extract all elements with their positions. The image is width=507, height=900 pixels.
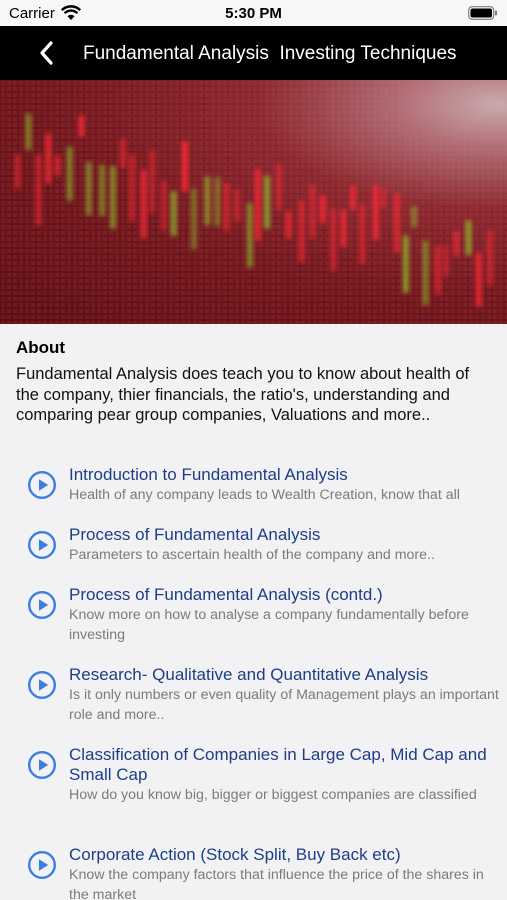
play-circle-icon[interactable] [27, 470, 57, 500]
ticker-candle [190, 188, 197, 250]
ticker-candle [475, 252, 482, 307]
lesson-description: How do you know big, bigger or biggest c… [69, 787, 477, 803]
ticker-candle [85, 162, 92, 216]
lesson-title: Research- Qualitative and Quantitative A… [69, 665, 429, 684]
lesson-item[interactable]: Classification of Companies in Large Cap… [0, 745, 507, 845]
hero-stock-chart-image [0, 80, 507, 324]
ticker-candle [309, 184, 316, 239]
ticker-candle [465, 220, 472, 256]
lesson-list: Introduction to Fundamental Analysis Hea… [0, 465, 507, 900]
ticker-candle [402, 235, 409, 293]
about-text: Fundamental Analysis does teach you to k… [16, 365, 470, 424]
play-circle-icon[interactable] [27, 670, 57, 700]
back-chevron-icon[interactable] [34, 39, 60, 67]
lesson-title: Process of Fundamental Analysis (contd.) [69, 585, 383, 604]
ticker-candle [422, 240, 429, 305]
ticker-candle [99, 164, 106, 217]
ticker-candle [380, 187, 387, 208]
ticker-candle [14, 154, 21, 189]
ticker-candle [129, 154, 135, 222]
lesson-description: Know the company factors that influence … [69, 867, 484, 900]
ticker-candle [120, 138, 126, 168]
ticker-candle [110, 165, 116, 229]
ticker-candle [411, 206, 418, 227]
ticker-candle [214, 177, 221, 227]
led-grid-pattern [0, 80, 507, 324]
lesson-item[interactable]: Corporate Action (Stock Split, Buy Back … [0, 845, 507, 900]
lesson-description: Is it only numbers or even quality of Ma… [69, 687, 499, 723]
ticker-candle [340, 210, 347, 247]
lesson-item[interactable]: Process of Fundamental Analysis (contd.)… [0, 585, 507, 665]
play-circle-icon[interactable] [27, 750, 57, 780]
ticker-candle [149, 150, 156, 214]
ticker-candle [234, 189, 241, 222]
ticker-candle [25, 113, 32, 150]
ticker-candle [298, 200, 305, 262]
ticker-candle [181, 141, 188, 192]
lesson-item[interactable]: Research- Qualitative and Quantitative A… [0, 665, 507, 745]
ticker-candle [487, 229, 493, 286]
play-circle-icon[interactable] [27, 530, 57, 560]
ticker-candle [285, 211, 292, 239]
lesson-title: Process of Fundamental Analysis [69, 525, 321, 544]
ticker-candle [453, 231, 460, 256]
ticker-candle [223, 183, 230, 231]
ticker-candle [78, 115, 85, 137]
navigation-bar: Fundamental Analysis Investing Technique… [0, 26, 507, 80]
about-heading: About [16, 338, 66, 357]
ticker-candle [264, 175, 270, 229]
ticker-candle [349, 185, 356, 210]
ticker-candle [372, 185, 379, 240]
status-time: 5:30 PM [225, 5, 282, 22]
lesson-item[interactable]: Process of Fundamental Analysis Paramete… [0, 525, 507, 585]
battery-icon [468, 6, 497, 20]
ticker-candle [160, 180, 167, 231]
ticker-candle [434, 245, 441, 295]
lesson-item[interactable]: Introduction to Fundamental Analysis Hea… [0, 465, 507, 525]
ticker-candle [319, 195, 326, 224]
lesson-description: Health of any company leads to Wealth Cr… [69, 487, 460, 503]
about-section: About Fundamental Analysis does teach yo… [16, 338, 496, 426]
page-title: Fundamental Analysis Investing Technique… [83, 43, 457, 64]
ticker-candle [393, 193, 400, 253]
lesson-description: Parameters to ascertain health of the co… [69, 547, 435, 563]
lesson-title: Introduction to Fundamental Analysis [69, 465, 348, 484]
ticker-candle [442, 246, 449, 277]
ticker-candle [330, 208, 337, 271]
ticker-candle [54, 155, 61, 176]
ticker-candle [204, 176, 211, 226]
play-circle-icon[interactable] [27, 850, 57, 880]
lesson-title: Corporate Action (Stock Split, Buy Back … [69, 845, 401, 864]
ticker-candle [170, 191, 177, 236]
ticker-candle [254, 168, 261, 241]
status-bar: Carrier 5:30 PM [0, 0, 507, 26]
ticker-candle [140, 169, 147, 239]
play-circle-icon[interactable] [27, 590, 57, 620]
ticker-candle [45, 133, 52, 184]
lesson-title: Classification of Companies in Large Cap… [69, 745, 487, 784]
ticker-candle [275, 163, 282, 210]
ticker-candle [246, 203, 253, 268]
ticker-candle [66, 146, 73, 201]
stock-ticker-graphic [0, 80, 507, 324]
lesson-description: Know more on how to analyse a company fu… [69, 607, 469, 643]
ticker-candle [359, 204, 366, 265]
ticker-candle [35, 155, 42, 226]
